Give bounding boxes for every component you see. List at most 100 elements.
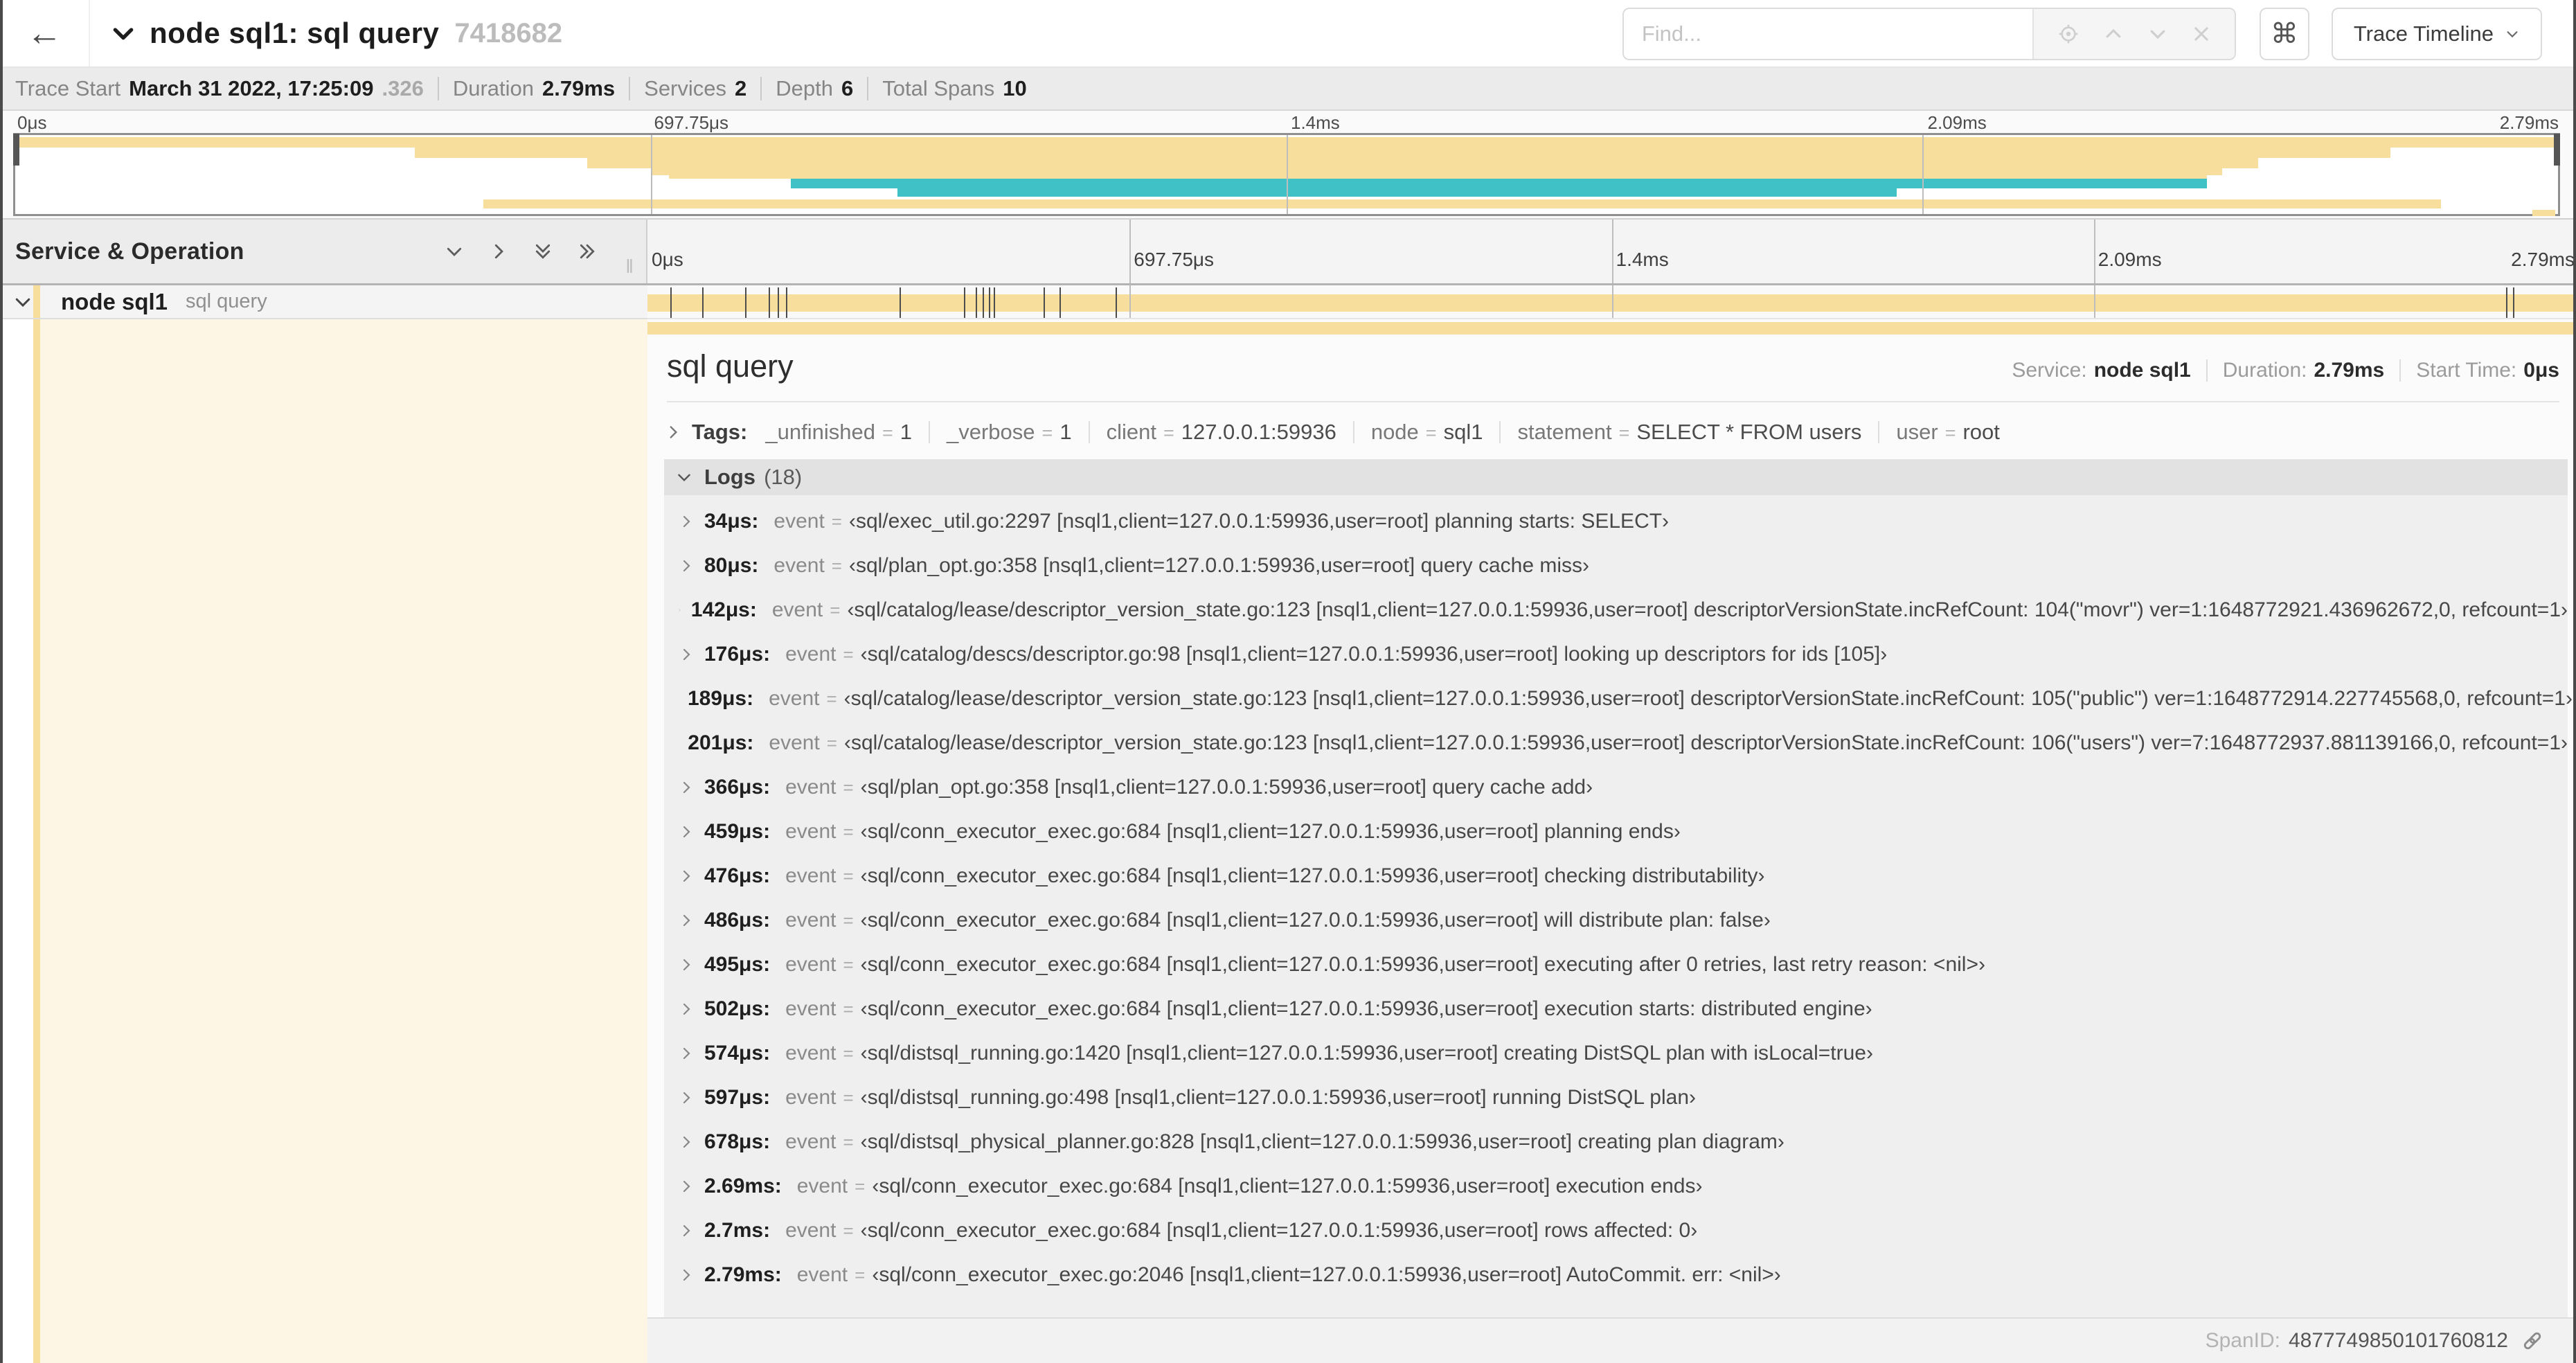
- tag: node = sql1: [1371, 420, 1483, 445]
- log-marker: [2513, 287, 2515, 318]
- log-entry[interactable]: 80μs: event = ‹sql/plan_opt.go:358 [nsql…: [664, 544, 2568, 588]
- gridline: [1287, 135, 1288, 214]
- gridline: [1922, 135, 1924, 214]
- column-splitter-handle[interactable]: ‖: [625, 256, 634, 278]
- collapse-one-chevron-down-icon[interactable]: [444, 241, 465, 262]
- log-marker: [670, 287, 672, 318]
- log-entry[interactable]: 502μs: event = ‹sql/conn_executor_exec.g…: [664, 987, 2568, 1031]
- log-equals: =: [843, 1220, 854, 1241]
- page-title: node sql1: sql query: [150, 17, 440, 49]
- tick-label: 697.75μs: [1134, 249, 1215, 270]
- trace-meta-item: Total Spans 10: [882, 76, 1026, 101]
- prev-result-chevron-up-icon[interactable]: [2103, 24, 2124, 44]
- trace-meta-item: Duration 2.79ms: [453, 76, 615, 101]
- log-time: 2.69ms:: [704, 1175, 782, 1197]
- m-label: Services: [644, 76, 727, 100]
- span-detail-meta: Service: node sql1 Duration: 2.79ms Star…: [2012, 359, 2559, 382]
- log-entry[interactable]: 189μs: event = ‹sql/catalog/lease/descri…: [664, 677, 2573, 721]
- log-value: ‹sql/distsql_physical_planner.go:828 [ns…: [860, 1130, 1785, 1153]
- timeline-tick-header: 0μs 697.75μs 1.4ms 2.09ms 2.79ms: [647, 220, 2576, 283]
- log-entry[interactable]: 176μs: event = ‹sql/catalog/descs/descri…: [664, 632, 2568, 677]
- log-entry[interactable]: 476μs: event = ‹sql/conn_executor_exec.g…: [664, 854, 2568, 898]
- minimap-right-drag-handle[interactable]: [2554, 134, 2560, 166]
- collapse-all-double-chevron-down-icon[interactable]: [533, 241, 553, 262]
- detail-left-column: [3, 319, 647, 1363]
- log-field: event: [785, 643, 837, 666]
- log-entry[interactable]: 142μs: event = ‹sql/catalog/lease/descri…: [664, 588, 2568, 632]
- find-input[interactable]: [1623, 9, 2032, 59]
- service-value: node sql1: [2093, 359, 2191, 382]
- keyboard-shortcuts-button[interactable]: ⌘: [2259, 8, 2309, 60]
- tick-label: 2.79ms: [2499, 112, 2559, 133]
- log-equals: =: [843, 1042, 854, 1064]
- trace-meta-item: Depth 6: [776, 76, 853, 101]
- t-eq: =: [1163, 422, 1174, 443]
- collapse-span-chevron-down-icon[interactable]: [12, 292, 33, 312]
- tick-label: 0μs: [17, 112, 47, 133]
- log-entry[interactable]: 574μs: event = ‹sql/distsql_running.go:1…: [664, 1031, 2568, 1076]
- next-result-chevron-down-icon[interactable]: [2147, 24, 2168, 44]
- log-marker: [989, 287, 991, 318]
- chevron-right-icon: [683, 648, 690, 661]
- log-entry[interactable]: 2.69ms: event = ‹sql/conn_executor_exec.…: [664, 1164, 2568, 1209]
- clear-search-icon[interactable]: [2192, 24, 2211, 44]
- view-selector-dropdown[interactable]: Trace Timeline: [2331, 8, 2542, 60]
- span-detail-panel: sql query Service: node sql1 Duration: 2…: [647, 319, 2573, 1357]
- minimap-left-drag-handle[interactable]: [13, 134, 19, 166]
- logs-toggle-row[interactable]: Logs (18): [664, 459, 2568, 495]
- log-entry[interactable]: 366μs: event = ‹sql/plan_opt.go:358 [nsq…: [664, 765, 2568, 810]
- log-marker: [777, 287, 779, 318]
- view-selector-label: Trace Timeline: [2353, 21, 2494, 46]
- log-entry[interactable]: 597μs: event = ‹sql/distsql_running.go:4…: [664, 1076, 2568, 1120]
- log-entry[interactable]: 34μs: event = ‹sql/exec_util.go:2297 [ns…: [664, 499, 2568, 544]
- log-entry[interactable]: 2.7ms: event = ‹sql/conn_executor_exec.g…: [664, 1209, 2568, 1253]
- tick-label: 2.79ms: [2511, 249, 2575, 270]
- chevron-right-icon: [683, 1003, 690, 1015]
- t-key: client: [1106, 420, 1156, 444]
- tags-toggle-row[interactable]: Tags: _unfinished = 1 _verbose = 1 client = 127.…: [664, 412, 2559, 452]
- log-field: event: [769, 687, 820, 710]
- log-entry[interactable]: 486μs: event = ‹sql/conn_executor_exec.g…: [664, 898, 2568, 943]
- minimap-span-bar: [414, 148, 2390, 158]
- locate-icon[interactable]: [2057, 23, 2079, 45]
- log-entry[interactable]: 678μs: event = ‹sql/distsql_physical_pla…: [664, 1120, 2568, 1164]
- log-value: ‹sql/catalog/lease/descriptor_version_st…: [843, 687, 2573, 710]
- log-time: 574μs:: [704, 1042, 771, 1064]
- log-entry[interactable]: 459μs: event = ‹sql/conn_executor_exec.g…: [664, 810, 2568, 854]
- trace-id: 7418682: [454, 17, 563, 48]
- divider: [1499, 421, 1501, 443]
- divider: [1878, 421, 1880, 443]
- expand-all-double-chevron-right-icon[interactable]: [577, 241, 598, 262]
- minimap-span-bar: [897, 188, 1897, 197]
- back-button[interactable]: ←: [0, 0, 90, 66]
- log-equals: =: [843, 1131, 854, 1152]
- deep-link-icon[interactable]: [2521, 1329, 2544, 1353]
- log-entry[interactable]: 495μs: event = ‹sql/conn_executor_exec.g…: [664, 943, 2568, 987]
- log-entry[interactable]: 2.79ms: event = ‹sql/conn_executor_exec.…: [664, 1253, 2568, 1297]
- minimap-span-bar: [2532, 210, 2556, 216]
- log-field: event: [785, 1086, 837, 1109]
- log-time: 678μs:: [704, 1130, 771, 1153]
- log-equals: =: [826, 688, 837, 709]
- log-field: event: [785, 909, 837, 932]
- log-marker: [2506, 287, 2508, 318]
- m-label: Duration: [452, 76, 534, 100]
- log-entry[interactable]: 201μs: event = ‹sql/catalog/lease/descri…: [664, 721, 2568, 765]
- tick-label: 2.09ms: [1927, 112, 1987, 133]
- log-marker: [1115, 287, 1117, 318]
- log-time: 176μs:: [704, 643, 771, 666]
- gridline: [1611, 220, 1613, 283]
- chevron-right-icon: [683, 1092, 690, 1104]
- minimap-canvas[interactable]: [13, 133, 2560, 216]
- collapse-trace-chevron-down-icon[interactable]: [109, 19, 137, 47]
- window-left-edge: [0, 0, 3, 1363]
- log-time: 502μs:: [704, 997, 771, 1020]
- operation-name: sql query: [186, 290, 267, 312]
- divider: [2399, 359, 2401, 382]
- span-row[interactable]: node sql1 sql query: [0, 285, 2576, 319]
- log-equals: =: [843, 954, 854, 975]
- tick-label: 697.75μs: [654, 112, 729, 133]
- expand-one-chevron-right-icon[interactable]: [488, 241, 509, 262]
- t-eq: =: [1944, 422, 1956, 443]
- log-value: ‹sql/plan_opt.go:358 [nsql1,client=127.0…: [848, 554, 1589, 577]
